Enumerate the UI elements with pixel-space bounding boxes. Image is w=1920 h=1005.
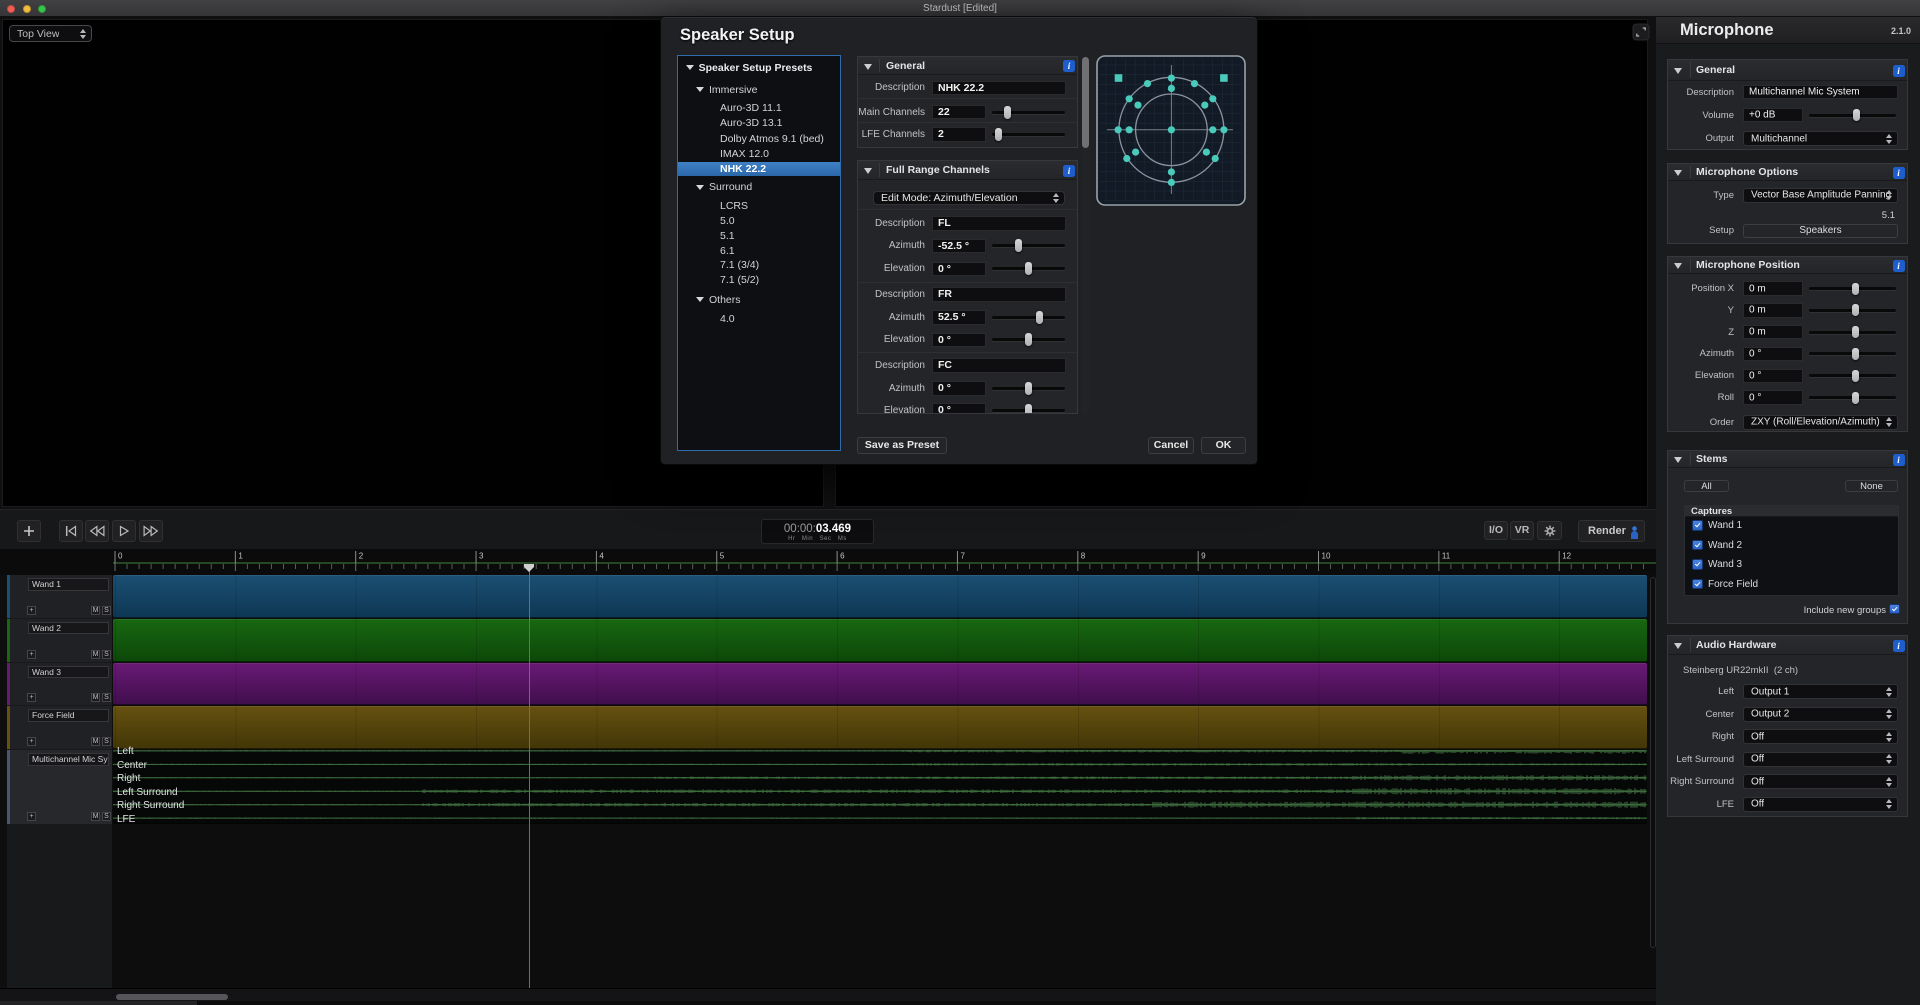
svg-text:5: 5 bbox=[720, 552, 725, 561]
svg-text:4: 4 bbox=[599, 552, 604, 561]
svg-text:8: 8 bbox=[1081, 552, 1086, 561]
svg-text:6: 6 bbox=[840, 552, 845, 561]
svg-text:7: 7 bbox=[960, 552, 965, 561]
svg-text:3: 3 bbox=[479, 552, 484, 561]
svg-text:1: 1 bbox=[238, 552, 243, 561]
svg-text:9: 9 bbox=[1201, 552, 1206, 561]
svg-text:10: 10 bbox=[1322, 552, 1331, 561]
svg-text:0: 0 bbox=[118, 552, 123, 561]
svg-text:2: 2 bbox=[359, 552, 364, 561]
svg-text:11: 11 bbox=[1442, 552, 1451, 561]
svg-text:12: 12 bbox=[1562, 552, 1571, 561]
